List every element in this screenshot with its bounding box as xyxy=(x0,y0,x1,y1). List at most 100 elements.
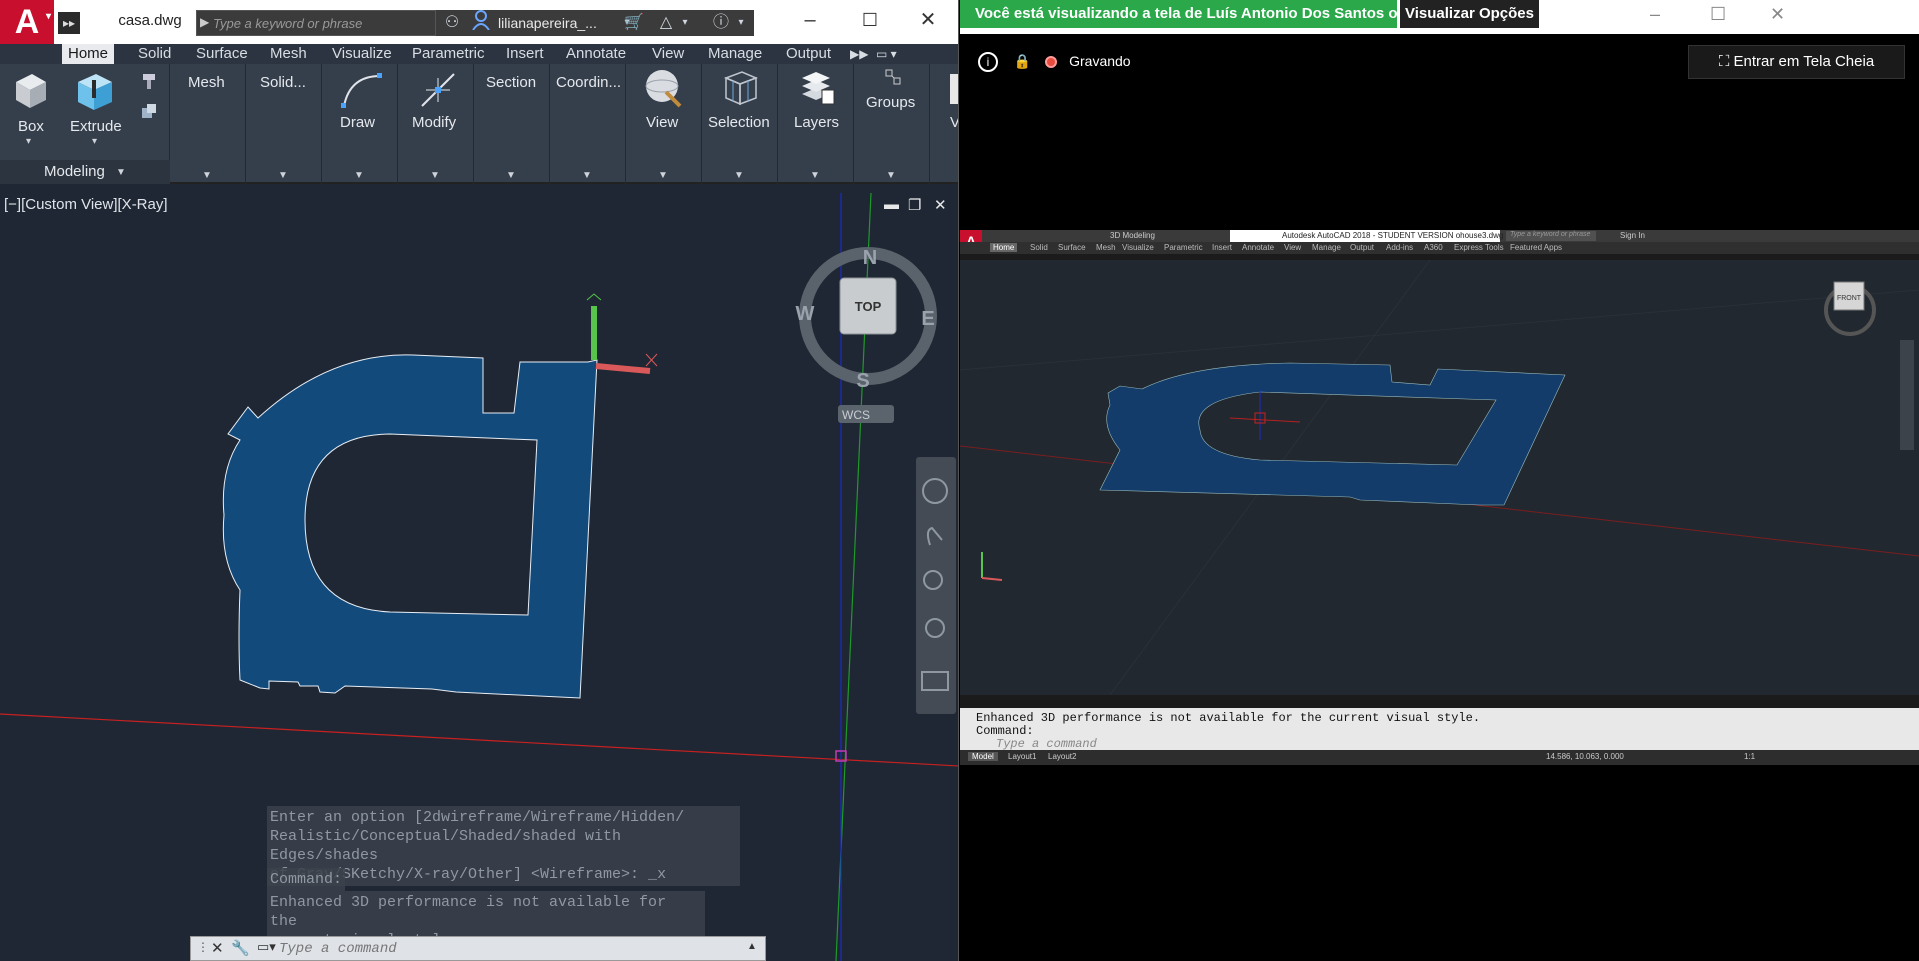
search-box[interactable]: ▶ xyxy=(196,10,436,36)
modify-move-icon[interactable] xyxy=(418,70,458,115)
groups-label[interactable]: Groups xyxy=(866,94,915,111)
mini-viewcube-label: FRONT xyxy=(1837,295,1862,302)
partial-panel-label[interactable]: V xyxy=(950,114,958,131)
groups-icon[interactable] xyxy=(884,68,902,91)
a360-dropdown-icon[interactable]: ▾ xyxy=(678,10,692,36)
modeling-dropdown-icon[interactable]: ▼ xyxy=(116,167,126,178)
mesh-dropdown-icon[interactable]: ▼ xyxy=(202,170,212,181)
panel-modify[interactable]: Modify ▼ xyxy=(400,64,474,184)
panel-section[interactable]: Section ▼ xyxy=(476,64,550,184)
help-dropdown-icon[interactable]: ▾ xyxy=(734,10,748,36)
panel-layers[interactable]: Layers ▼ xyxy=(780,64,854,184)
tab-insert[interactable]: Insert xyxy=(500,44,550,64)
tab-home[interactable]: Home xyxy=(62,44,115,64)
union-icon[interactable] xyxy=(140,102,158,125)
maximize-button[interactable]: ☐ xyxy=(856,6,884,34)
viewport-restore-button[interactable]: ❐ xyxy=(908,196,921,214)
section-label[interactable]: Section xyxy=(486,74,536,91)
quick-access-expand-icon[interactable]: ▸▸ xyxy=(58,12,80,34)
draw-label[interactable]: Draw xyxy=(340,114,375,131)
box-dropdown-icon[interactable]: ▾ xyxy=(26,136,31,147)
layers-icon[interactable] xyxy=(798,68,838,113)
viewport-close-button[interactable]: ✕ xyxy=(934,196,947,214)
user-icon[interactable] xyxy=(470,10,492,36)
view-dropdown-icon[interactable]: ▼ xyxy=(658,170,668,181)
tab-solid[interactable]: Solid xyxy=(132,44,177,64)
tab-annotate[interactable]: Annotate xyxy=(560,44,632,64)
panel-mesh[interactable]: Mesh ▼ xyxy=(172,64,246,184)
extrude-label[interactable]: Extrude xyxy=(70,118,122,135)
extrude-icon[interactable] xyxy=(74,70,116,117)
minimize-button[interactable]: – xyxy=(796,6,824,34)
tab-mesh[interactable]: Mesh xyxy=(264,44,313,64)
close-button[interactable]: ✕ xyxy=(914,6,942,34)
modeling-panel-footer[interactable]: Modeling ▼ xyxy=(0,160,170,184)
view-options-button[interactable]: Visualizar Opções ⌄ xyxy=(1400,0,1539,50)
mini-cmd-placeholder: Type a command xyxy=(996,737,1097,751)
groups-dropdown-icon[interactable]: ▼ xyxy=(886,170,896,181)
viewport-minimize-button[interactable]: ▬ xyxy=(884,196,899,213)
share-minimize-button[interactable]: – xyxy=(1650,4,1660,25)
section-dropdown-icon[interactable]: ▼ xyxy=(506,170,516,181)
tab-visualize[interactable]: Visualize xyxy=(326,44,398,64)
selection-cube-icon[interactable] xyxy=(720,68,760,113)
search-input[interactable] xyxy=(213,13,431,33)
layers-label[interactable]: Layers xyxy=(794,114,839,131)
command-prompt-icon[interactable]: ▭▾ xyxy=(257,939,276,955)
fullscreen-button[interactable]: ⛶ Entrar em Tela Cheia xyxy=(1688,45,1905,79)
command-input[interactable] xyxy=(279,939,719,958)
search-expand-icon[interactable]: ▶ xyxy=(200,15,209,29)
tab-parametric[interactable]: Parametric xyxy=(406,44,491,64)
panel-view[interactable]: View ▼ xyxy=(628,64,702,184)
box-icon[interactable] xyxy=(12,70,50,115)
tab-output[interactable]: Output xyxy=(780,44,837,64)
tab-view[interactable]: View xyxy=(646,44,690,64)
tab-manage[interactable]: Manage xyxy=(702,44,768,64)
command-customize-icon[interactable]: 🔧 xyxy=(231,939,250,957)
solid-editing-dropdown-icon[interactable]: ▼ xyxy=(278,170,288,181)
panel-selection[interactable]: Selection ▼ xyxy=(704,64,778,184)
command-history-toggle-icon[interactable]: ▲ xyxy=(747,941,757,952)
a360-icon[interactable]: △ xyxy=(654,10,678,36)
panel-partial[interactable]: V xyxy=(932,64,958,184)
share-close-button[interactable]: ✕ xyxy=(1770,4,1785,25)
lock-icon[interactable]: 🔒 xyxy=(1014,53,1031,70)
box-label[interactable]: Box xyxy=(18,118,44,135)
selection-label[interactable]: Selection xyxy=(708,114,770,131)
compass-s: S xyxy=(856,370,869,392)
mesh-label[interactable]: Mesh xyxy=(188,74,225,91)
panel-draw[interactable]: Draw ▼ xyxy=(324,64,398,184)
panel-coordinates[interactable]: Coordin... ▼ xyxy=(552,64,626,184)
signed-in-user[interactable]: lilianapereira_... xyxy=(498,10,597,36)
command-grip-icon[interactable]: ⋮ xyxy=(197,940,209,954)
draw-arc-icon[interactable] xyxy=(340,70,384,115)
share-maximize-button[interactable]: ☐ xyxy=(1710,4,1726,25)
coordinates-dropdown-icon[interactable]: ▼ xyxy=(582,170,592,181)
modify-dropdown-icon[interactable]: ▼ xyxy=(430,170,440,181)
layers-dropdown-icon[interactable]: ▼ xyxy=(810,170,820,181)
shared-autocad-screen[interactable]: A 3D Modeling Autodesk AutoCAD 2018 - ST… xyxy=(960,230,1919,765)
partial-panel-icon[interactable] xyxy=(950,74,958,104)
binoculars-icon[interactable]: ⚇ xyxy=(442,10,462,36)
modeling-label[interactable]: Modeling xyxy=(44,163,105,180)
panel-solid-editing[interactable]: Solid... ▼ xyxy=(248,64,322,184)
viewport-controls-label[interactable]: [−][Custom View][X-Ray] xyxy=(4,196,168,213)
selection-dropdown-icon[interactable]: ▼ xyxy=(734,170,744,181)
application-menu-button[interactable]: A ▾ xyxy=(0,0,54,44)
info-icon[interactable]: i xyxy=(978,52,998,72)
cart-icon[interactable]: 🛒 xyxy=(622,10,646,36)
solid-editing-label[interactable]: Solid... xyxy=(260,74,306,91)
command-close-icon[interactable]: ✕ xyxy=(211,939,224,957)
view-label[interactable]: View xyxy=(646,114,678,131)
panel-groups[interactable]: Groups ▼ xyxy=(856,64,930,184)
view-sphere-icon[interactable] xyxy=(644,68,684,113)
ribbon-display-icon[interactable]: ▭ ▾ xyxy=(870,44,903,64)
draw-dropdown-icon[interactable]: ▼ xyxy=(354,170,364,181)
help-icon[interactable]: ⓘ xyxy=(710,10,732,36)
compass-e: E xyxy=(921,308,934,330)
tab-surface[interactable]: Surface xyxy=(190,44,254,64)
presspull-icon[interactable] xyxy=(140,72,158,95)
extrude-dropdown-icon[interactable]: ▾ xyxy=(92,136,97,147)
modify-label[interactable]: Modify xyxy=(412,114,456,131)
coordinates-label[interactable]: Coordin... xyxy=(556,74,621,91)
